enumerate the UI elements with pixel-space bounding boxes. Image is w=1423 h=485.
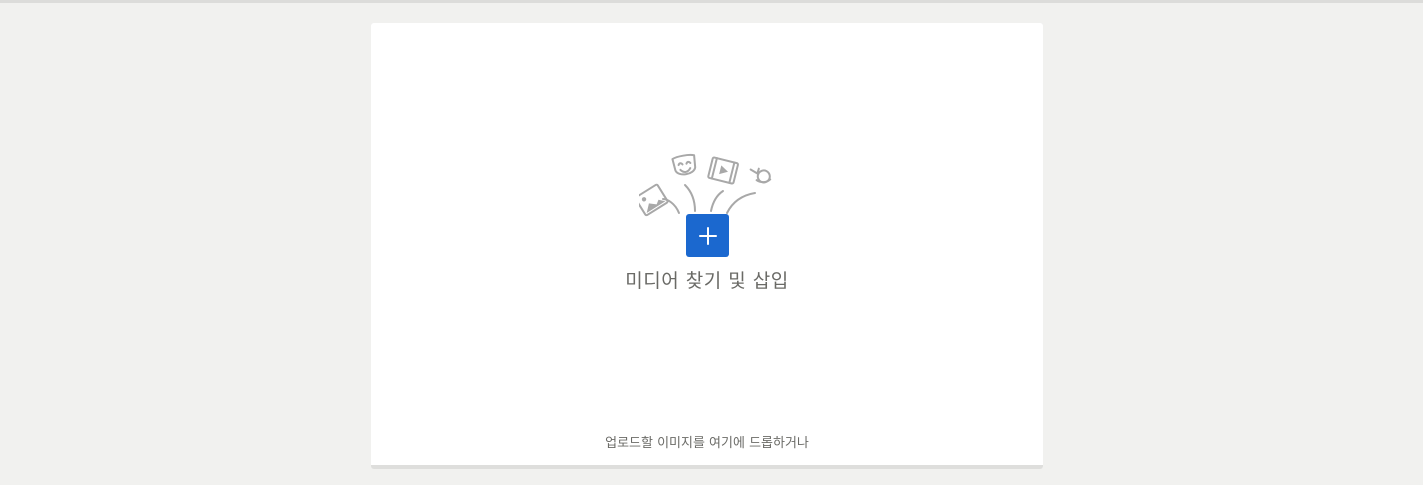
add-media-button[interactable] — [686, 214, 729, 257]
plus-icon — [698, 226, 717, 245]
media-upload-panel[interactable]: 미디어 찾기 및 삽입 업로드할 이미지를 여기에 드롭하거나 — [371, 23, 1043, 469]
media-types-illustration — [639, 153, 772, 217]
audio-icon — [749, 167, 772, 184]
drop-hint-text: 업로드할 이미지를 여기에 드롭하거나 — [605, 436, 809, 451]
top-border — [0, 0, 1423, 3]
find-insert-media-label[interactable]: 미디어 찾기 및 삽입 — [371, 266, 1043, 293]
film-icon — [707, 156, 739, 185]
theater-masks-icon — [671, 153, 697, 176]
